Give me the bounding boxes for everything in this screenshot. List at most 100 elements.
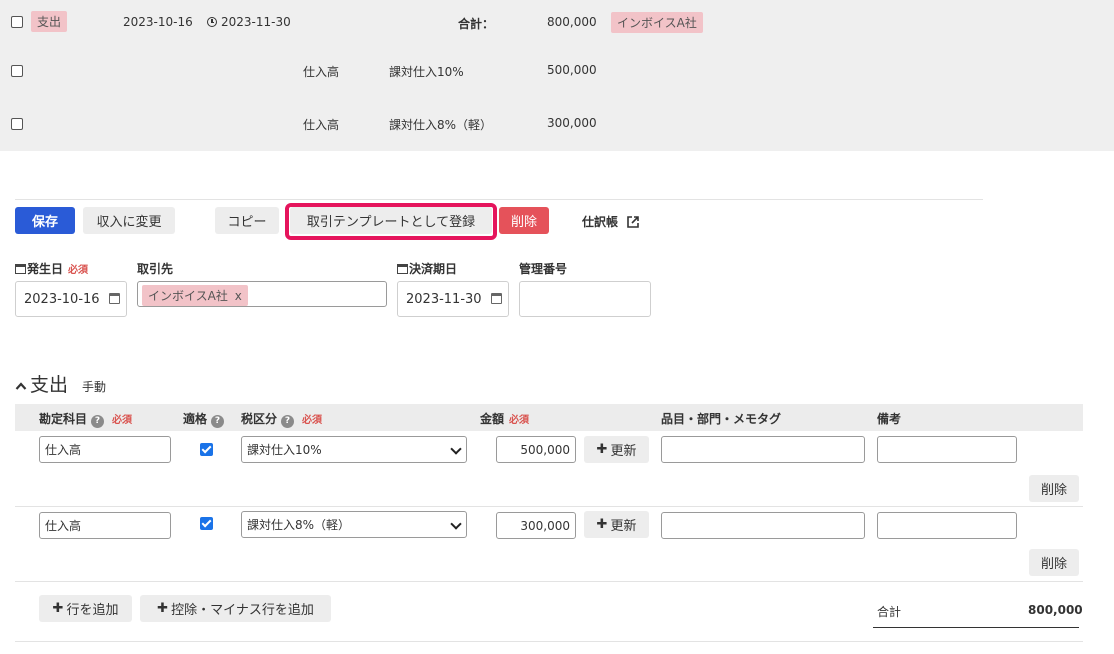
summary-total-value: 800,000: [547, 15, 597, 29]
calendar-icon: [15, 264, 26, 274]
delete-button[interactable]: 削除: [499, 207, 549, 234]
total-underline: [873, 627, 1079, 628]
issue-date-label-wrap: 発生日 必須: [15, 260, 88, 277]
due-date-label-wrap: 決済期日: [397, 260, 457, 277]
due-date-input[interactable]: 2023-11-30: [397, 281, 509, 317]
header-account: 勘定科目? 必須: [39, 410, 132, 428]
help-icon[interactable]: ?: [211, 415, 225, 428]
required-mark: 必須: [68, 265, 89, 276]
issue-date-value: 2023-10-16: [24, 291, 100, 307]
tax-select[interactable]: 課対仕入10%: [241, 436, 467, 463]
change-to-income-button[interactable]: 収入に変更: [83, 207, 175, 234]
tax-select-value: 課対仕入10%: [247, 443, 322, 457]
update-button[interactable]: ✚ 更新: [584, 436, 649, 463]
row-divider: [15, 506, 1083, 507]
section-heading[interactable]: 支出 手動: [15, 370, 106, 397]
row-divider: [15, 581, 1083, 582]
plus-icon: ✚: [52, 601, 64, 616]
partner-label: 取引先: [137, 262, 174, 276]
help-icon[interactable]: ?: [91, 415, 105, 428]
update-button[interactable]: ✚ 更新: [584, 511, 649, 538]
amount-input[interactable]: 300,000: [496, 512, 576, 539]
note-input[interactable]: [877, 512, 1017, 539]
header-qualified: 適格?: [183, 410, 225, 428]
journal-link-label: 仕訳帳: [582, 215, 619, 229]
chevron-down-icon: [450, 518, 462, 530]
items-input[interactable]: [661, 512, 865, 539]
manage-no-input[interactable]: [519, 281, 651, 317]
chevron-up-icon[interactable]: [15, 381, 27, 391]
summary-line-row: 仕入高 課対仕入10% 500,000: [0, 49, 1114, 93]
chevron-down-icon: [450, 443, 462, 455]
partner-tag: インボイスA社: [611, 12, 703, 33]
issue-date-label: 発生日: [27, 262, 64, 276]
table-header: 勘定科目? 必須 適格? 税区分? 必須 金額 必須 品目・部門・メモタグ 備考: [15, 404, 1083, 431]
summary-due-date: 2023-11-30: [221, 15, 291, 29]
add-row-label: 行を追加: [66, 603, 119, 618]
help-icon[interactable]: ?: [281, 415, 295, 428]
partner-chip-remove[interactable]: x: [235, 289, 242, 303]
add-deduction-row-button[interactable]: ✚ 控除・マイナス行を追加: [140, 595, 331, 622]
highlight-frame: [285, 203, 497, 240]
header-amount-label: 金額: [480, 412, 505, 426]
add-deduction-row-label: 控除・マイナス行を追加: [171, 603, 314, 618]
summary-line-checkbox[interactable]: [11, 118, 23, 130]
summary-line-checkbox[interactable]: [11, 65, 23, 77]
transaction-summary: 支出 2023-10-16 2023-11-30 合計： 800,000 インボ…: [0, 0, 1114, 151]
row-delete-button[interactable]: 削除: [1029, 475, 1079, 502]
items-input[interactable]: [661, 436, 865, 463]
due-date-value: 2023-11-30: [406, 291, 482, 307]
partner-chip: インボイスA社 x: [142, 285, 248, 306]
header-note: 備考: [877, 412, 902, 426]
update-button-label: 更新: [610, 444, 637, 459]
tax-select[interactable]: 課対仕入8%（軽）: [241, 511, 467, 538]
bottom-divider: [15, 641, 1083, 642]
required-mark: 必須: [509, 415, 530, 426]
section-mode: 手動: [82, 380, 107, 394]
required-mark: 必須: [112, 415, 133, 426]
account-input[interactable]: 仕入高: [39, 512, 171, 539]
plus-icon: ✚: [596, 517, 608, 532]
due-date-label: 決済期日: [409, 262, 458, 276]
footer-total-label: 合計: [877, 605, 902, 619]
external-link-icon: [627, 215, 639, 228]
plus-icon: ✚: [157, 601, 169, 616]
issue-date-input[interactable]: 2023-10-16: [15, 281, 127, 317]
summary-line-row: 仕入高 課対仕入8%（軽） 300,000: [0, 102, 1114, 146]
copy-button[interactable]: コピー: [215, 207, 279, 234]
add-row-button[interactable]: ✚ 行を追加: [39, 595, 132, 622]
amount-input[interactable]: 500,000: [496, 436, 576, 463]
calendar-icon[interactable]: [109, 293, 120, 304]
row-delete-button[interactable]: 削除: [1029, 549, 1079, 576]
header-tax: 税区分? 必須: [241, 410, 322, 428]
summary-line-account: 仕入高: [303, 118, 340, 132]
summary-row-checkbox[interactable]: [11, 16, 23, 28]
qualified-checkbox[interactable]: [200, 517, 213, 530]
summary-line-account: 仕入高: [303, 65, 340, 79]
header-account-label: 勘定科目: [39, 412, 88, 426]
summary-line-amount: 500,000: [547, 63, 597, 77]
header-items: 品目・部門・メモタグ: [661, 412, 782, 426]
journal-link[interactable]: 仕訳帳: [582, 213, 640, 230]
summary-total-label: 合計：: [458, 17, 495, 31]
note-input[interactable]: [877, 436, 1017, 463]
account-input[interactable]: 仕入高: [39, 436, 171, 463]
clock-icon: [207, 17, 217, 27]
save-button[interactable]: 保存: [15, 207, 75, 234]
tax-select-value: 課対仕入8%（軽）: [247, 518, 351, 532]
summary-main-row: 支出 2023-10-16 2023-11-30 合計： 800,000 インボ…: [0, 0, 1114, 44]
summary-line-tax: 課対仕入10%: [389, 65, 464, 79]
toolbar-divider: [15, 199, 983, 200]
partner-select[interactable]: インボイスA社 x: [137, 281, 387, 307]
partner-chip-label: インボイスA社: [148, 289, 228, 303]
type-tag: 支出: [31, 11, 68, 32]
update-button-label: 更新: [610, 519, 637, 534]
header-amount: 金額 必須: [480, 410, 529, 427]
section-title: 支出: [30, 374, 69, 396]
header-tax-label: 税区分: [241, 412, 278, 426]
qualified-checkbox[interactable]: [200, 443, 213, 456]
summary-issue-date: 2023-10-16: [123, 15, 193, 29]
calendar-icon[interactable]: [491, 293, 502, 304]
required-mark: 必須: [302, 415, 323, 426]
plus-icon: ✚: [596, 442, 608, 457]
